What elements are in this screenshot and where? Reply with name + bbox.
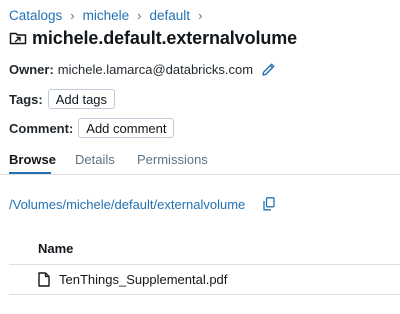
breadcrumb: Catalogs › michele › default › bbox=[9, 7, 210, 24]
title-row: michele.default.externalvolume bbox=[9, 27, 297, 49]
tab-browse[interactable]: Browse bbox=[9, 152, 56, 167]
tags-row: Tags: Add tags bbox=[9, 88, 116, 110]
copy-icon[interactable] bbox=[263, 197, 275, 211]
table-header: Name bbox=[9, 232, 400, 265]
column-header-name[interactable]: Name bbox=[38, 241, 73, 256]
add-comment-button[interactable]: Add comment bbox=[78, 118, 175, 138]
tab-permissions[interactable]: Permissions bbox=[137, 152, 208, 167]
add-tags-button[interactable]: Add tags bbox=[47, 89, 116, 109]
breadcrumb-separator: › bbox=[137, 8, 142, 23]
active-tab-indicator bbox=[9, 172, 51, 174]
breadcrumb-separator: › bbox=[70, 8, 75, 23]
pencil-icon[interactable] bbox=[261, 62, 276, 77]
owner-label: Owner: bbox=[9, 61, 54, 77]
page-title: michele.default.externalvolume bbox=[32, 27, 298, 48]
external-volume-icon bbox=[9, 29, 27, 47]
table-row[interactable]: TenThings_Supplemental.pdf bbox=[9, 265, 400, 295]
volume-path-link[interactable]: /Volumes/michele/default/externalvolume bbox=[9, 197, 245, 212]
owner-value: michele.lamarca@databricks.com bbox=[57, 61, 254, 77]
comment-row: Comment: Add comment bbox=[9, 117, 175, 139]
tab-details[interactable]: Details bbox=[75, 152, 115, 167]
breadcrumb-michele[interactable]: michele bbox=[83, 8, 130, 23]
volume-path-row: /Volumes/michele/default/externalvolume bbox=[9, 195, 275, 213]
breadcrumb-separator: › bbox=[198, 8, 203, 23]
tags-label: Tags: bbox=[9, 91, 43, 107]
breadcrumb-default[interactable]: default bbox=[150, 8, 191, 23]
owner-row: Owner: michele.lamarca@databricks.com bbox=[9, 59, 276, 79]
file-icon bbox=[38, 272, 50, 287]
breadcrumb-catalogs[interactable]: Catalogs bbox=[9, 8, 62, 23]
tab-bar: Browse Details Permissions bbox=[0, 150, 400, 175]
file-name[interactable]: TenThings_Supplemental.pdf bbox=[59, 272, 227, 287]
comment-label: Comment: bbox=[9, 120, 74, 136]
